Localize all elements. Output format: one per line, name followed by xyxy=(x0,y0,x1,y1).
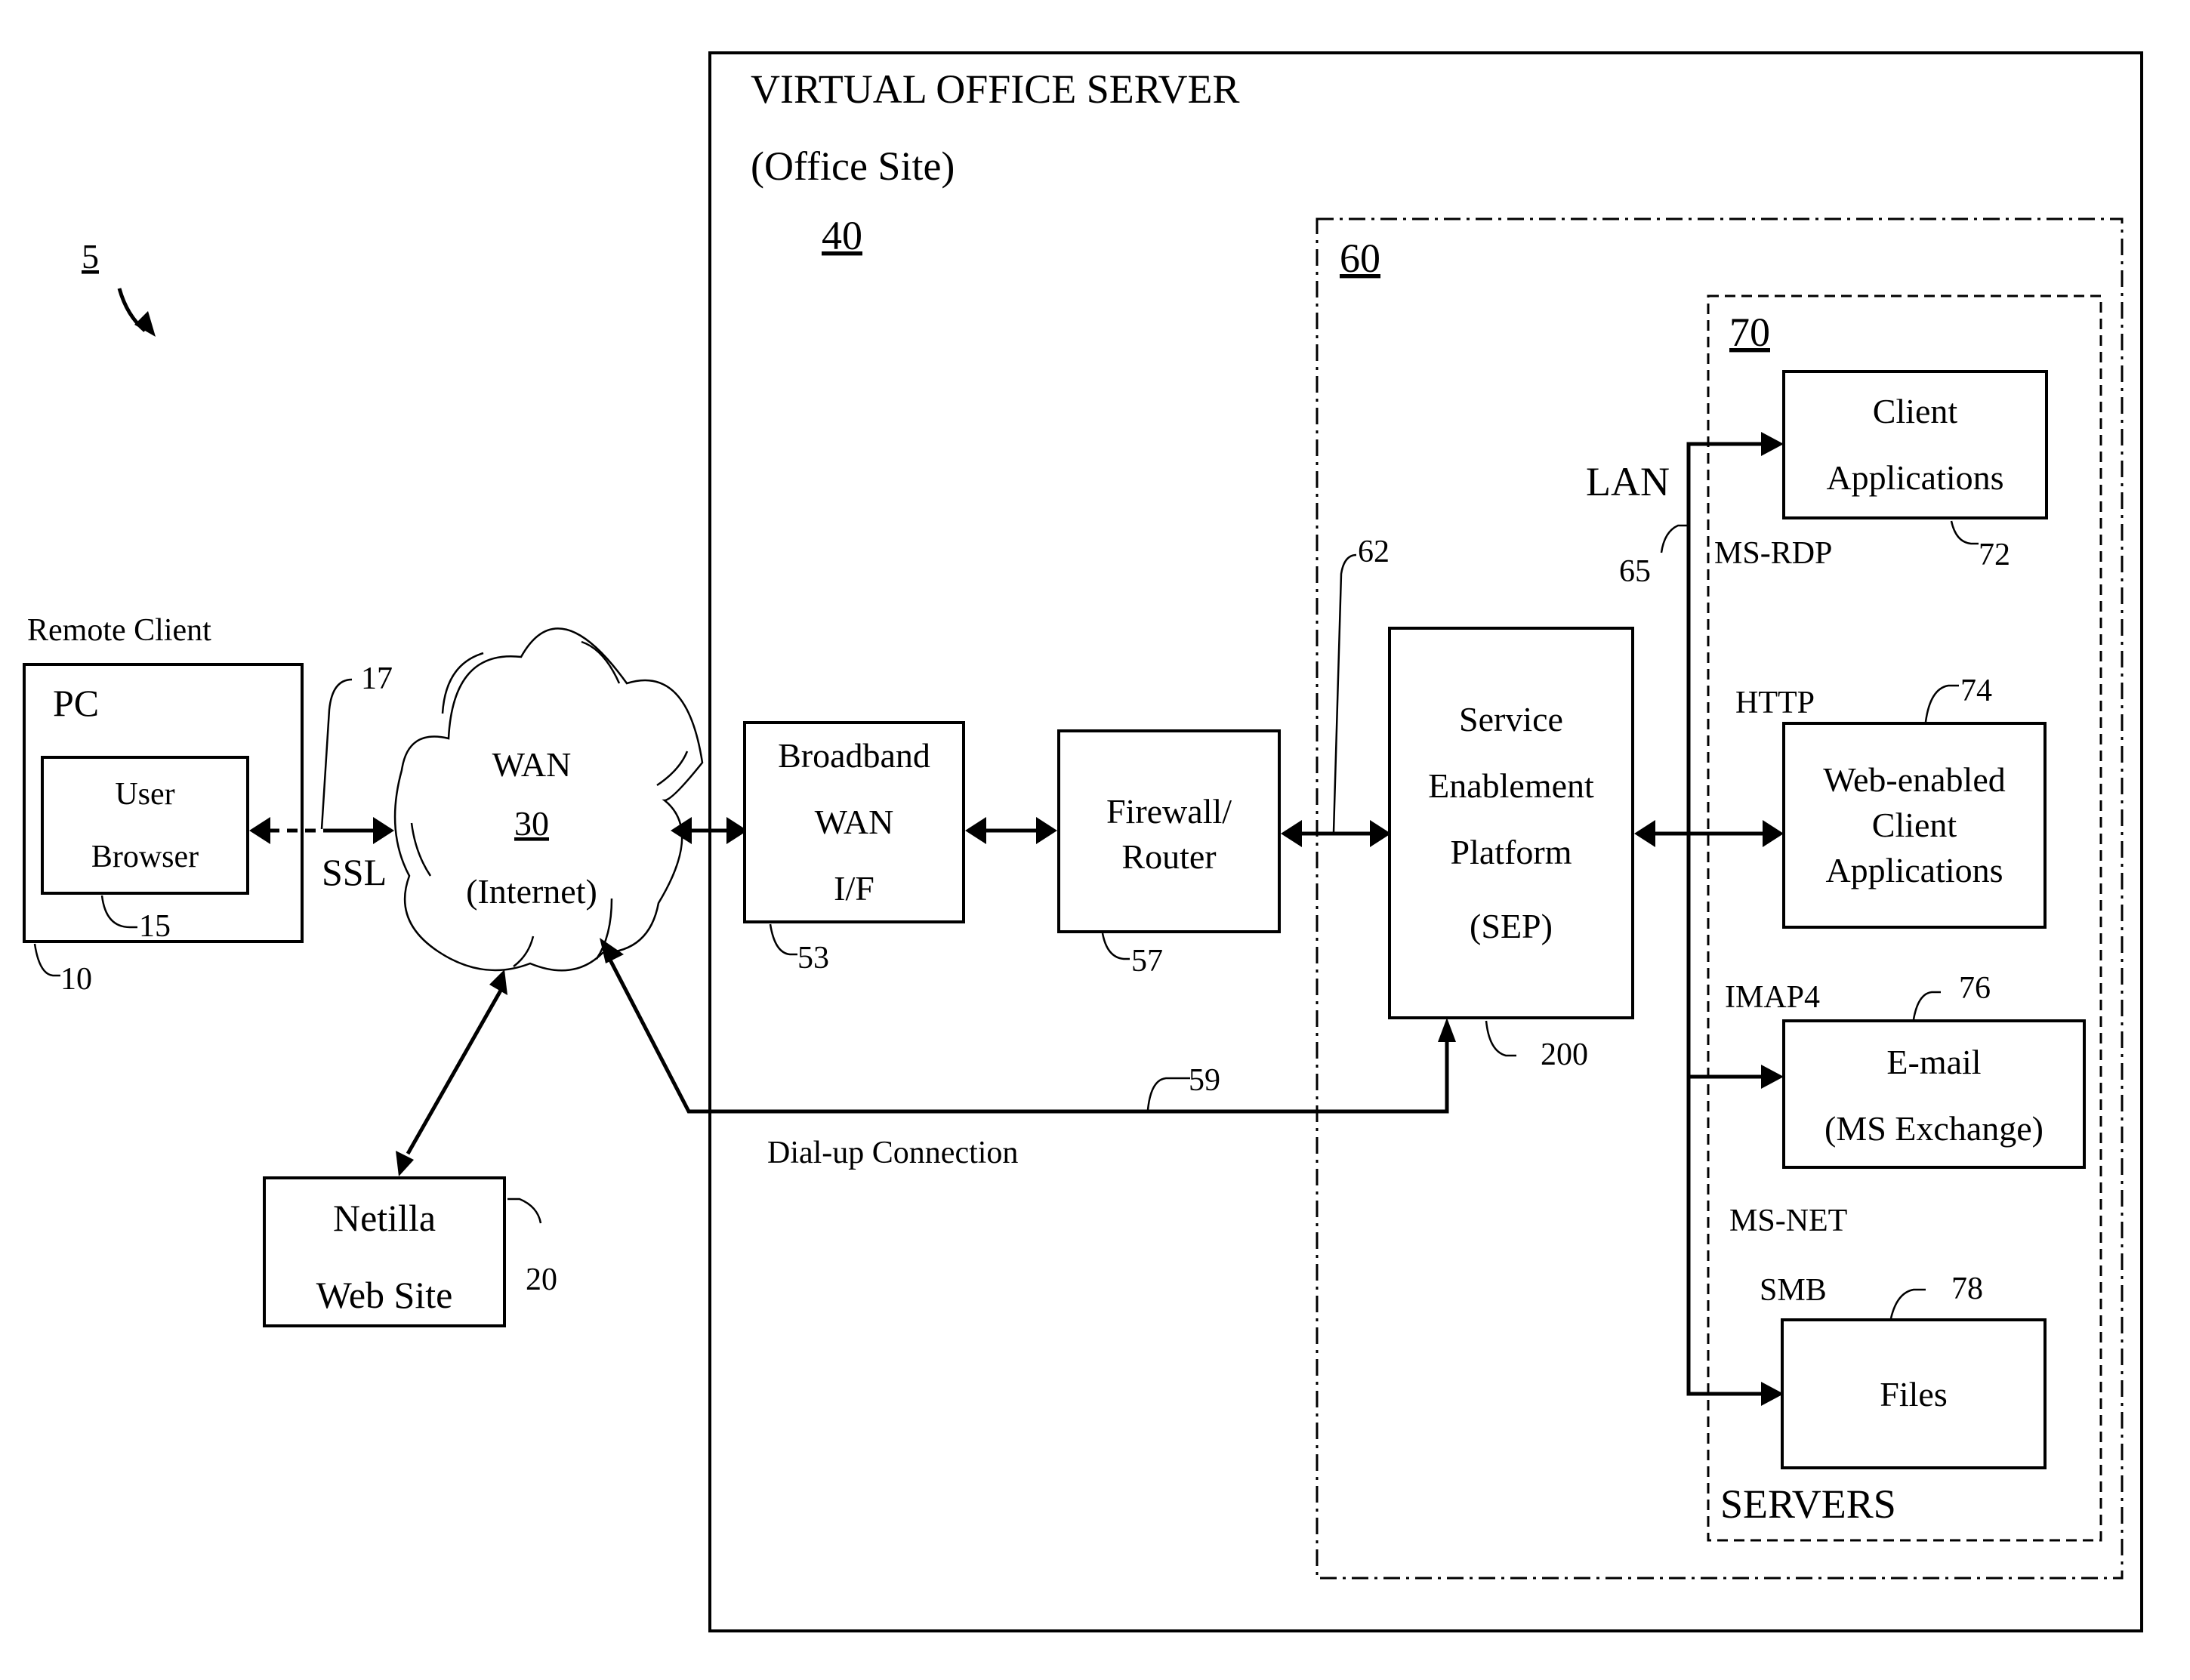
firewall-router-box[interactable] xyxy=(1057,729,1281,933)
lan-leader xyxy=(1660,524,1687,553)
netilla-link xyxy=(406,988,504,1155)
ssl-arrowhead-right-icon xyxy=(373,817,394,844)
pc-label: PC xyxy=(53,682,99,724)
web-apps-line2: Client xyxy=(1872,806,1957,844)
ssl-label: SSL xyxy=(322,851,387,893)
web-apps-line1: Web-enabled xyxy=(1823,760,2006,799)
dialup-arrowhead-sep-icon xyxy=(1438,1018,1456,1042)
client-apps-leader xyxy=(1950,520,1979,545)
firewall-label-line2: Router xyxy=(1121,837,1216,876)
firewall-label-line1: Firewall/ xyxy=(1106,792,1232,831)
browser-ref: 15 xyxy=(139,909,171,944)
protocol-ms-rdp: MS-RDP xyxy=(1714,536,1832,571)
firewall-leader xyxy=(1101,932,1130,960)
wan-label-line3: (Internet) xyxy=(466,872,597,911)
servers-label: SERVERS xyxy=(1720,1481,1896,1527)
lan-ref: 65 xyxy=(1619,554,1651,589)
protocol-smb: SMB xyxy=(1760,1273,1827,1308)
netilla-label-line1: Netilla xyxy=(333,1197,436,1239)
sep-label-line4: (SEP) xyxy=(1470,907,1553,945)
email-leader xyxy=(1912,991,1941,1020)
dialup-link xyxy=(602,947,1449,1114)
broadband-leader xyxy=(769,923,797,956)
protocol-http: HTTP xyxy=(1735,686,1815,720)
email-ref: 76 xyxy=(1959,971,1991,1006)
ssl-leader xyxy=(320,678,353,830)
firewall-ref: 57 xyxy=(1131,944,1163,979)
broadband-label-line1: Broadband xyxy=(778,736,930,775)
sep-ref: 200 xyxy=(1541,1037,1588,1072)
web-apps-ref: 74 xyxy=(1960,674,1992,708)
sep-box[interactable] xyxy=(1388,627,1634,1019)
dialup-ref: 59 xyxy=(1189,1063,1220,1098)
wan-cloud[interactable] xyxy=(393,627,704,972)
wan-ref: 30 xyxy=(514,804,549,843)
firewall-sep-arrow-right-icon xyxy=(1370,820,1391,847)
browser-label-line2: Browser xyxy=(91,840,199,874)
broadband-firewall-arrow-right-icon xyxy=(1036,817,1057,844)
broadband-firewall-arrow-left-icon xyxy=(965,817,986,844)
lan-arrow-email-icon xyxy=(1761,1065,1784,1089)
sep-leader xyxy=(1485,1020,1516,1057)
office-subtitle: (Office Site) xyxy=(751,143,955,189)
browser-label-line1: User xyxy=(115,777,174,812)
figure-ref: 5 xyxy=(82,237,99,276)
client-apps-line1: Client xyxy=(1873,392,1958,430)
sep-web-arrow-left-icon xyxy=(1634,820,1655,847)
link-62-leader xyxy=(1332,553,1357,833)
files-ref: 78 xyxy=(1951,1272,1983,1306)
office-title: VIRTUAL OFFICE SERVER xyxy=(751,66,1239,112)
lan-arrow-client-apps-icon xyxy=(1761,432,1784,456)
dialup-label: Dial-up Connection xyxy=(767,1136,1018,1170)
firewall-sep-arrow-left-icon xyxy=(1281,820,1302,847)
network-diagram: 5 Remote Client PC User Browser 15 10 SS… xyxy=(23,51,2143,1632)
netilla-label-line2: Web Site xyxy=(316,1274,453,1316)
broadband-label-line2: WAN xyxy=(815,803,894,841)
ssl-ref: 17 xyxy=(361,661,393,696)
protocol-ms-net: MS-NET xyxy=(1729,1204,1847,1238)
broadband-ref: 53 xyxy=(797,941,829,976)
files-leader xyxy=(1889,1288,1926,1319)
sep-label-line2: Enablement xyxy=(1428,766,1594,805)
web-apps-line3: Applications xyxy=(1825,851,2003,889)
files-label: Files xyxy=(1880,1375,1947,1413)
netilla-leader xyxy=(507,1198,542,1224)
netilla-arrowhead-down-icon xyxy=(396,1151,414,1176)
pc-ref: 10 xyxy=(60,962,92,997)
client-apps-line2: Applications xyxy=(1826,458,2003,497)
pc-leader xyxy=(33,943,60,977)
remote-client-heading: Remote Client xyxy=(27,613,211,648)
dialup-leader xyxy=(1146,1077,1190,1111)
protocol-imap4: IMAP4 xyxy=(1725,980,1820,1015)
sep-label-line1: Service xyxy=(1459,700,1563,738)
sep-web-arrow-right-icon xyxy=(1763,820,1784,847)
link-62-ref: 62 xyxy=(1358,535,1390,569)
client-apps-ref: 72 xyxy=(1979,538,2010,572)
netilla-ref: 20 xyxy=(526,1262,557,1297)
servers-group-ref: 70 xyxy=(1729,310,1770,355)
sep-label-line3: Platform xyxy=(1451,833,1572,871)
email-line2: (MS Exchange) xyxy=(1824,1109,2043,1148)
figure-ref-arrowhead-icon xyxy=(134,311,156,337)
wan-label-line1: WAN xyxy=(492,745,572,784)
lan-arrow-files-icon xyxy=(1761,1382,1784,1406)
broadband-label-line3: I/F xyxy=(834,869,874,908)
lan-bus xyxy=(1686,442,1767,1396)
office-ref: 40 xyxy=(822,213,862,258)
platform-group-ref: 60 xyxy=(1340,236,1380,281)
web-apps-leader xyxy=(1924,684,1959,723)
lan-label: LAN xyxy=(1586,459,1670,504)
email-line1: E-mail xyxy=(1886,1043,1981,1081)
